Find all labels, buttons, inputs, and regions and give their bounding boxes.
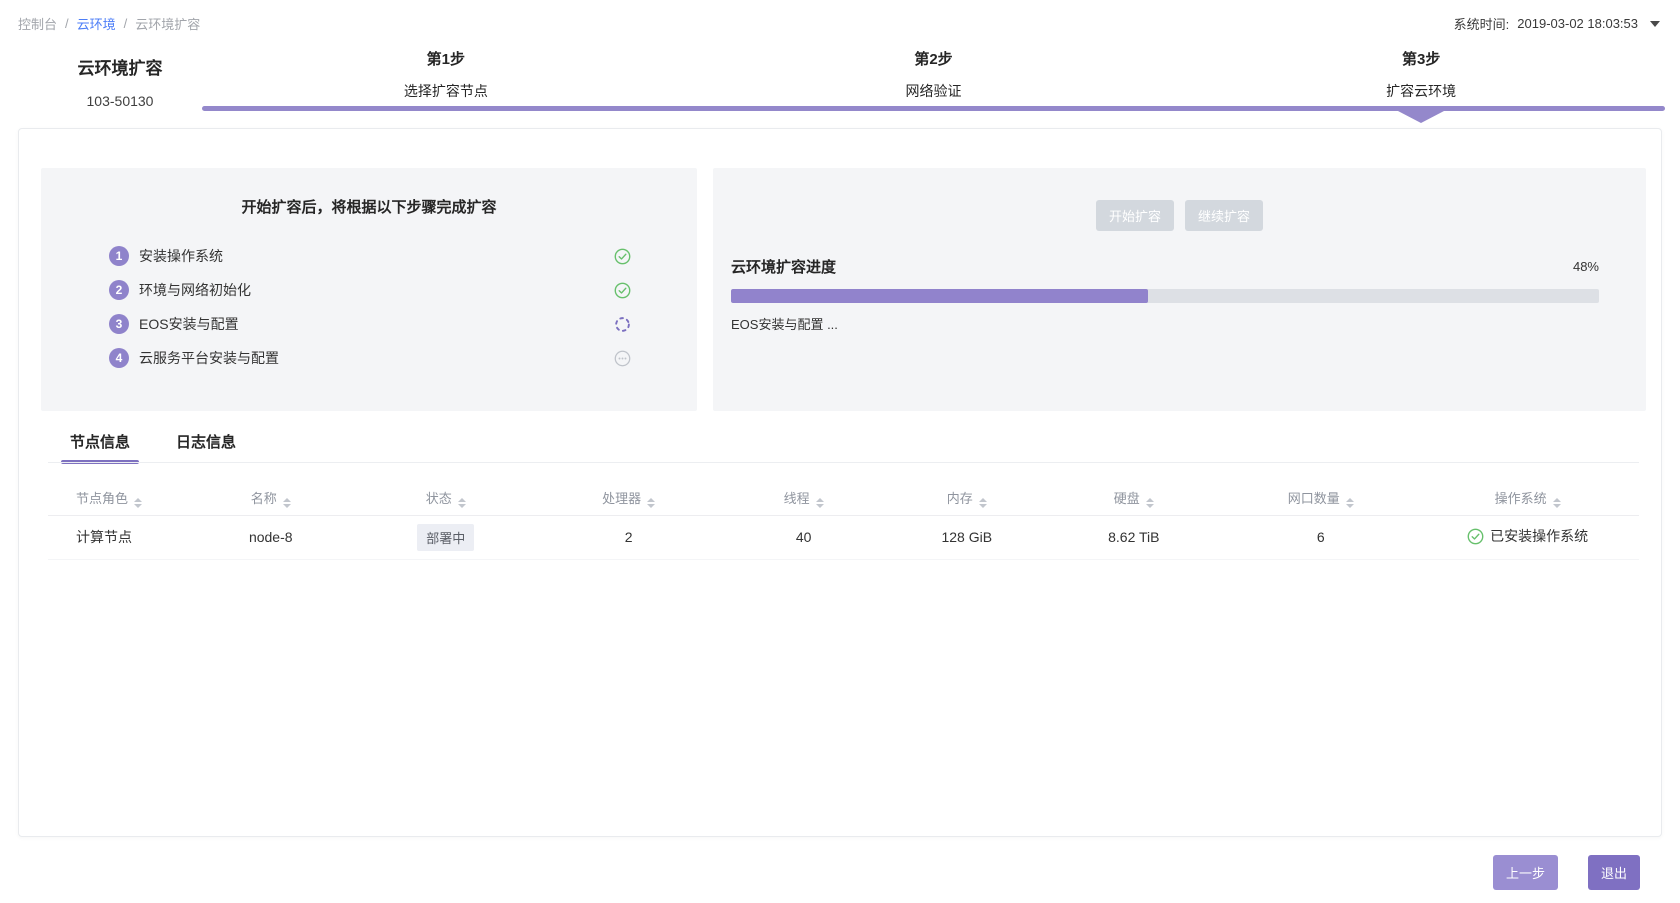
breadcrumb-separator: / [65,16,69,31]
breadcrumb: 控制台 / 云环境 / 云环境扩容 [18,14,200,33]
prev-step-button[interactable]: 上一步 [1493,855,1558,890]
spinner-icon [614,316,631,333]
check-circle-icon [614,248,631,265]
column-header-disk[interactable]: 硬盘 [1042,481,1225,515]
step-label: 第1步 [202,48,690,69]
pending-ellipsis-icon [614,350,631,367]
page-title: 云环境扩容 [40,54,200,79]
wizard-step-3: 第3步 扩容云环境 [1177,48,1665,101]
progress-status-text: EOS安装与配置 ... [731,314,838,333]
expansion-steps-title: 开始扩容后，将根据以下步骤完成扩容 [41,196,697,217]
expansion-progress-panel: 开始扩容 继续扩容 云环境扩容进度 48% EOS安装与配置 ... [713,168,1646,411]
sort-icon [458,498,466,508]
column-header-status[interactable]: 状态 [350,481,541,515]
sort-icon [1553,498,1561,508]
os-status-text: 已安装操作系统 [1490,526,1588,546]
step-name: 扩容云环境 [1177,81,1665,101]
wizard-steps: 第1步 选择扩容节点 第2步 网络验证 第3步 扩容云环境 [202,48,1665,101]
breadcrumb-item-cloud-env[interactable]: 云环境 [77,14,116,33]
tab-node-info[interactable]: 节点信息 [61,431,139,464]
system-time-dropdown[interactable]: 系统时间: 2019-03-02 18:03:53 [1454,14,1660,33]
progress-fill [731,289,1148,303]
list-item: 2 环境与网络初始化 [41,273,697,307]
column-header-memory[interactable]: 内存 [891,481,1042,515]
tab-log-info[interactable]: 日志信息 [167,431,245,464]
step-item-label: EOS安装与配置 [139,314,614,334]
table-header-row: 节点角色 名称 状态 处理器 线程 内存 硬盘 网口数量 操作系统 [48,481,1639,515]
step-item-label: 云服务平台安装与配置 [139,348,614,368]
step-item-label: 环境与网络初始化 [139,280,614,300]
tabs-divider [48,462,1639,463]
progress-buttons-row: 开始扩容 继续扩容 [713,200,1646,231]
column-header-threads[interactable]: 线程 [716,481,891,515]
cell-role: 计算节点 [48,515,191,559]
expansion-steps-list: 1 安装操作系统 2 环境与网络初始化 3 EOS安装与配置 [41,239,697,375]
arrow-down-indicator-icon [1398,111,1444,123]
cell-name: node-8 [191,515,350,559]
breadcrumb-item-console[interactable]: 控制台 [18,14,57,33]
column-header-name[interactable]: 名称 [191,481,350,515]
step-label: 第2步 [690,48,1178,69]
cell-memory: 128 GiB [891,515,1042,559]
start-expansion-button[interactable]: 开始扩容 [1096,200,1174,231]
wizard-active-step-indicator [202,111,1665,123]
step-number-badge: 4 [109,348,129,368]
breadcrumb-separator: / [124,16,128,31]
column-header-role[interactable]: 节点角色 [48,481,191,515]
sort-icon [134,498,142,508]
chevron-down-icon [1650,21,1660,27]
footer-actions: 上一步 退出 [1493,855,1640,890]
cell-disk: 8.62 TiB [1042,515,1225,559]
progress-label: 云环境扩容进度 [731,256,1573,277]
sort-icon [979,498,987,508]
cell-status: 部署中 [350,515,541,559]
step-item-label: 安装操作系统 [139,246,614,266]
list-item: 4 云服务平台安装与配置 [41,341,697,375]
wizard-step-2: 第2步 网络验证 [690,48,1178,101]
cell-nics: 6 [1225,515,1416,559]
step-number-badge: 1 [109,246,129,266]
main-card: 开始扩容后，将根据以下步骤完成扩容 1 安装操作系统 2 环境与网络初始化 3 [18,128,1662,837]
system-time-label: 系统时间: [1454,14,1510,33]
table-row: 计算节点 node-8 部署中 2 40 128 GiB 8.62 TiB 6 … [48,515,1639,559]
wizard-step-1: 第1步 选择扩容节点 [202,48,690,101]
sort-icon [1146,498,1154,508]
check-circle-icon [1467,528,1484,545]
page-title-block: 云环境扩容 103-50130 [40,54,200,109]
cell-cpu: 2 [541,515,716,559]
check-circle-icon [614,282,631,299]
status-badge: 部署中 [417,524,474,551]
list-item: 1 安装操作系统 [41,239,697,273]
cell-threads: 40 [716,515,891,559]
step-name: 选择扩容节点 [202,81,690,101]
sort-icon [1346,498,1354,508]
step-number-badge: 3 [109,314,129,334]
info-tabs: 节点信息 日志信息 [61,431,273,464]
exit-button[interactable]: 退出 [1588,855,1640,890]
column-header-cpu[interactable]: 处理器 [541,481,716,515]
cell-os: 已安装操作系统 [1416,515,1639,559]
step-number-badge: 2 [109,280,129,300]
column-header-nics[interactable]: 网口数量 [1225,481,1416,515]
sort-icon [283,498,291,508]
progress-bar [731,289,1599,303]
continue-expansion-button[interactable]: 继续扩容 [1185,200,1263,231]
breadcrumb-item-current: 云环境扩容 [135,14,200,33]
expansion-steps-panel: 开始扩容后，将根据以下步骤完成扩容 1 安装操作系统 2 环境与网络初始化 3 [41,168,697,411]
progress-label-row: 云环境扩容进度 48% [731,256,1599,277]
step-name: 网络验证 [690,81,1178,101]
progress-percent: 48% [1573,259,1599,274]
step-label: 第3步 [1177,48,1665,69]
sort-icon [647,498,655,508]
sort-icon [816,498,824,508]
list-item: 3 EOS安装与配置 [41,307,697,341]
column-header-os[interactable]: 操作系统 [1416,481,1639,515]
page-subtitle: 103-50130 [40,93,200,109]
system-time-value: 2019-03-02 18:03:53 [1517,16,1638,31]
node-table: 节点角色 名称 状态 处理器 线程 内存 硬盘 网口数量 操作系统 计算节点 n… [48,481,1639,560]
